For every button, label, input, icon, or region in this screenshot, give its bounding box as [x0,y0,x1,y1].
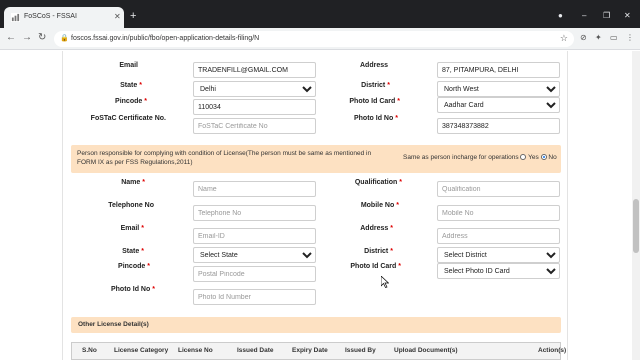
column-header: License Category [114,347,169,354]
responsible-person-notice: Person responsible for complying with co… [71,145,561,173]
rp-photo-id-no-label: Photo Id No * [110,286,155,293]
other-license-table-header: S.No License Category License No Issued … [71,342,566,360]
rp-mobile-field[interactable] [437,205,560,221]
minimize-icon[interactable]: – [582,12,586,20]
rp-mobile-label: Mobile No * [360,202,399,209]
fostac-field[interactable] [193,118,316,134]
address-field[interactable] [437,62,560,78]
column-header: Expiry Date [292,347,328,354]
rp-photo-id-no-field[interactable] [193,289,316,305]
bookmark-star-icon[interactable]: ☆ [560,33,568,44]
rp-name-label: Name * [121,179,145,186]
column-header: Issued Date [237,347,274,354]
sidebar-icon[interactable]: ▭ [610,33,618,43]
rp-telephone-field[interactable] [193,205,316,221]
same-as-label: Same as person incharge for operations [403,154,519,161]
rp-telephone-label: Telephone No [108,202,154,209]
rp-pincode-field[interactable] [193,266,316,282]
url-text[interactable]: foscos.fssai.gov.in/public/fbo/open-appl… [71,35,259,42]
mouse-cursor-icon [381,276,389,288]
email-field[interactable] [193,62,316,78]
column-header: License No [178,347,213,354]
district-select[interactable]: North West [437,81,560,97]
browser-toolbar: ← → ↻ 🔒 foscos.fssai.gov.in/public/fbo/o… [0,28,640,50]
same-as-incharge: Same as person incharge for operations Y… [403,154,557,161]
rp-photo-id-card-select[interactable]: Select Photo ID Card [437,263,560,279]
state-select[interactable]: Delhi [193,81,316,97]
district-label: District * [361,82,390,89]
column-header: Upload Document(s) [394,347,458,354]
lock-icon[interactable]: 🔒 [60,34,69,42]
rp-address-label: Address * [360,225,393,232]
pincode-field[interactable] [193,99,316,115]
rp-pincode-label: Pincode * [118,263,150,270]
email-label: Email [119,62,138,69]
rp-district-select[interactable]: Select District [437,247,560,263]
fostac-label: FoSTaC Certificate No. [90,115,166,122]
rp-state-label: State * [122,248,144,255]
tab-close-icon[interactable]: ✕ [114,12,121,21]
rp-email-label: Email * [120,225,144,232]
back-icon[interactable]: ← [6,32,16,44]
rp-name-field[interactable] [193,181,316,197]
other-license-section-header: Other License Detail(s) [71,317,561,333]
photo-id-card-label: Photo Id Card * [349,98,400,105]
rp-email-field[interactable] [193,228,316,244]
no-label: No [548,154,557,161]
photo-id-card-select[interactable]: Aadhar Card [437,97,560,113]
yes-label: Yes [528,154,539,161]
same-as-yes-radio[interactable] [520,154,527,161]
address-label: Address [360,62,389,69]
notice-text: Person responsible for complying with co… [77,150,372,166]
column-header: Issued By [345,347,376,354]
menu-icon[interactable]: ⋮ [626,33,634,43]
tab-title: FoSCoS - FSSAI [24,13,77,20]
rp-photo-id-card-label: Photo Id Card * [350,263,401,270]
rp-qualification-label: Qualification * [354,179,402,186]
forward-icon[interactable]: → [22,32,32,44]
same-as-no-radio[interactable] [540,154,547,161]
rp-address-field[interactable] [437,228,560,244]
state-label: State * [120,82,142,89]
address-bar[interactable]: 🔒 foscos.fssai.gov.in/public/fbo/open-ap… [54,31,574,47]
rp-state-select[interactable]: Select State [193,247,316,263]
profile-dot-icon[interactable]: ● [558,12,563,20]
new-tab-icon[interactable]: + [130,11,136,22]
page-scrollbar[interactable] [632,51,640,360]
puzzle-icon[interactable]: ✦ [595,33,602,43]
fssai-favicon-icon [11,13,20,22]
rp-qualification-field[interactable] [437,181,560,197]
close-window-icon[interactable]: ✕ [624,12,631,20]
reload-icon[interactable]: ↻ [38,32,46,44]
photo-id-no-label: Photo Id No * [353,115,398,122]
column-header: Action(s) [538,347,567,354]
other-license-title: Other License Detail(s) [78,321,149,328]
scrollbar-thumb[interactable] [633,199,639,253]
rp-district-label: District * [364,248,393,255]
browser-tab[interactable]: FoSCoS - FSSAI ✕ [4,7,124,28]
maximize-icon[interactable]: ❐ [603,12,610,20]
page-viewport: Email Address State* Delhi District* Nor… [0,51,632,360]
extension-icon[interactable]: ⊘ [580,33,587,43]
column-header: S.No [82,347,97,354]
photo-id-no-field[interactable] [437,118,560,134]
pincode-label: Pincode * [115,98,147,105]
browser-tab-bar: FoSCoS - FSSAI ✕ + ● – ❐ ✕ [0,0,640,28]
